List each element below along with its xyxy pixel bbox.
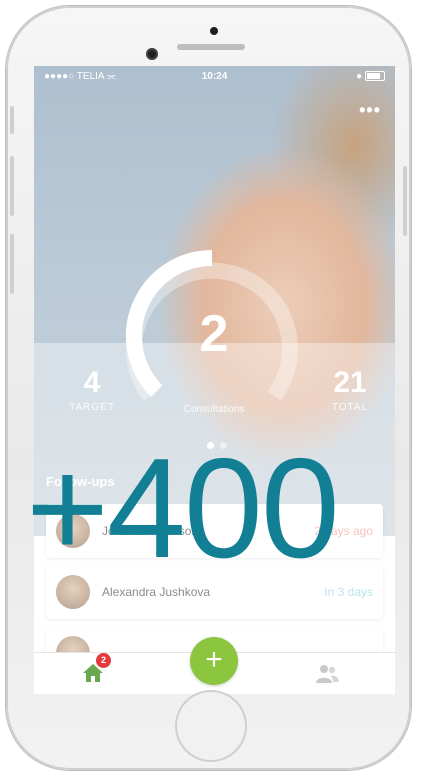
mute-switch [10,106,14,134]
battery-icon [365,71,385,82]
volume-up-button [10,156,14,216]
lock-icon: ● [356,71,363,82]
front-camera [146,48,158,60]
app-screen: ●●●●○ TELIA ⫘ 10:24 ● ••• 2 Consultation… [34,66,395,694]
proximity-sensor [210,27,218,35]
translucent-panel [34,343,395,663]
status-bar: ●●●●○ TELIA ⫘ 10:24 ● [34,66,395,88]
more-button[interactable]: ••• [359,100,381,121]
status-right: ● [356,71,385,82]
users-icon[interactable] [314,663,340,685]
volume-down-button [10,234,14,294]
tab-bar: 2 + [34,637,395,694]
add-button[interactable]: + [190,637,238,685]
earpiece-speaker [176,44,245,50]
home-button[interactable] [175,690,247,762]
power-button [403,166,407,236]
notification-badge: 2 [96,653,111,668]
status-time: 10:24 [201,71,228,82]
